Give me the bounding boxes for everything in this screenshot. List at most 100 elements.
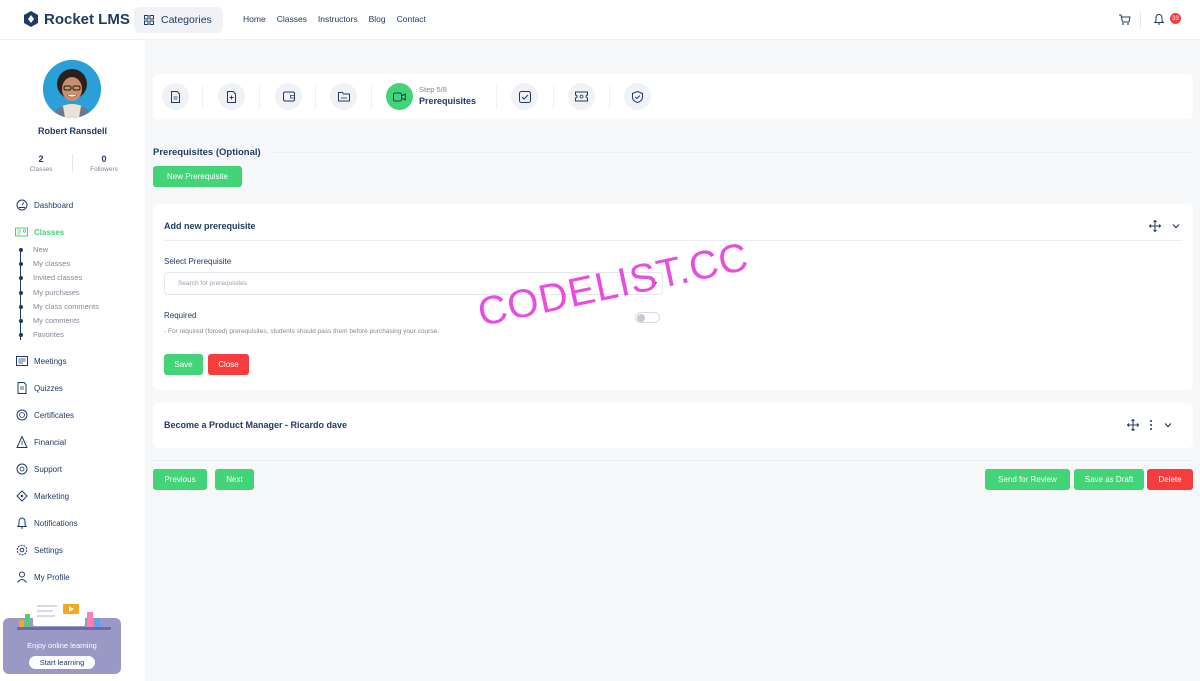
sidebar-item-settings[interactable]: Settings bbox=[15, 543, 140, 557]
more-vertical-icon[interactable] bbox=[1149, 419, 1153, 431]
submenu-item-favorites[interactable]: Favorites bbox=[18, 330, 140, 344]
step-3-pricing[interactable] bbox=[275, 83, 302, 110]
step-separator bbox=[371, 85, 372, 109]
save-button[interactable]: Save bbox=[164, 354, 203, 375]
classes-submenu: New My classes Invited classes My purcha… bbox=[18, 245, 140, 344]
notification-badge: 33 bbox=[1170, 13, 1181, 24]
user-name: Robert Ransdell bbox=[37, 126, 107, 136]
stat-classes-value: 2 bbox=[38, 154, 44, 164]
logo-text: Rocket LMS bbox=[44, 10, 130, 28]
step-5-prerequisites[interactable] bbox=[386, 83, 413, 110]
select-prerequisite-label: Select Prerequisite bbox=[164, 257, 232, 266]
move-icon[interactable] bbox=[1127, 419, 1139, 431]
sidebar-item-meetings[interactable]: Meetings bbox=[15, 354, 140, 368]
stat-classes: 2 Classes bbox=[10, 154, 72, 173]
card-controls bbox=[1149, 220, 1181, 232]
categories-button[interactable]: Categories bbox=[134, 7, 223, 33]
sidebar-item-label: Certificates bbox=[34, 410, 75, 420]
sidebar-item-label: Financial bbox=[34, 437, 67, 447]
step-separator bbox=[315, 85, 316, 109]
move-icon[interactable] bbox=[1149, 220, 1161, 232]
nav-instructors[interactable]: Instructors bbox=[318, 14, 358, 24]
sidebar-item-label: Classes bbox=[34, 227, 65, 237]
toggle-knob bbox=[637, 314, 645, 322]
nav-contact[interactable]: Contact bbox=[397, 14, 426, 24]
stat-followers-value: 0 bbox=[101, 154, 107, 164]
top-navbar: Rocket LMS Categories Home Classes Instr… bbox=[0, 0, 1200, 40]
stat-classes-label: Classes bbox=[29, 166, 53, 173]
avatar[interactable] bbox=[43, 60, 101, 118]
current-step-label: Step 5/8 Prerequisites bbox=[419, 85, 476, 106]
avatar-image bbox=[43, 60, 101, 118]
file-plus-icon bbox=[227, 90, 236, 103]
nav-home[interactable]: Home bbox=[243, 14, 266, 24]
step-8-message[interactable] bbox=[624, 83, 651, 110]
add-prerequisite-card: Add new prerequisite Select Prerequisite… bbox=[153, 204, 1193, 390]
chevron-down-icon[interactable] bbox=[1171, 221, 1181, 231]
delete-button[interactable]: Delete bbox=[1147, 469, 1193, 490]
add-prerequisite-title: Add new prerequisite bbox=[164, 221, 256, 231]
classes-icon bbox=[15, 226, 28, 239]
submenu-item-my-comments[interactable]: My comments bbox=[18, 316, 140, 330]
prerequisite-item-card[interactable]: Become a Product Manager - Ricardo dave bbox=[153, 403, 1193, 448]
sidebar-item-financial[interactable]: Financial bbox=[15, 435, 140, 449]
step-6-faq[interactable] bbox=[511, 83, 538, 110]
folder-icon bbox=[337, 92, 350, 102]
cart-icon[interactable] bbox=[1118, 13, 1131, 26]
submenu-item-my-purchases[interactable]: My purchases bbox=[18, 288, 140, 302]
new-prerequisite-button[interactable]: New Prerequisite bbox=[153, 166, 242, 187]
shield-check-icon bbox=[632, 90, 643, 103]
user-icon bbox=[15, 571, 28, 584]
ticket-icon bbox=[575, 91, 588, 102]
send-for-review-button[interactable]: Send for Review bbox=[985, 469, 1070, 490]
step-7-quiz[interactable] bbox=[568, 83, 595, 110]
sidebar-item-classes[interactable]: Classes bbox=[15, 225, 140, 239]
nav-blog[interactable]: Blog bbox=[369, 14, 386, 24]
course-steps-bar: Step 5/8 Prerequisites bbox=[153, 74, 1193, 119]
dashboard-icon bbox=[15, 199, 28, 212]
sidebar-item-support[interactable]: Support bbox=[15, 462, 140, 476]
promo-text: Enjoy online learning bbox=[27, 641, 97, 650]
sidebar-item-label: Support bbox=[34, 464, 63, 474]
notification-bell-icon bbox=[15, 517, 28, 530]
step-1-basic-info[interactable] bbox=[162, 83, 189, 110]
categories-label: Categories bbox=[161, 14, 212, 26]
step-4-content[interactable] bbox=[330, 83, 357, 110]
gear-icon bbox=[15, 544, 28, 557]
sidebar-item-dashboard[interactable]: Dashboard bbox=[15, 198, 140, 212]
section-divider bbox=[274, 152, 1193, 153]
required-hint: - For required (forced) prerequisites, s… bbox=[164, 328, 439, 335]
sidebar-item-profile[interactable]: My Profile bbox=[15, 570, 140, 584]
save-as-draft-button[interactable]: Save as Draft bbox=[1074, 469, 1144, 490]
quizzes-icon bbox=[15, 382, 28, 395]
submenu-item-new[interactable]: New bbox=[18, 245, 140, 259]
sidebar-item-certificates[interactable]: Certificates bbox=[15, 408, 140, 422]
nav-classes[interactable]: Classes bbox=[277, 14, 307, 24]
wallet-icon bbox=[282, 91, 295, 102]
chevron-down-icon[interactable] bbox=[1163, 420, 1173, 430]
bell-icon[interactable] bbox=[1153, 13, 1165, 26]
close-button[interactable]: Close bbox=[208, 354, 249, 375]
sidebar-item-label: My Profile bbox=[34, 572, 70, 582]
stat-followers: 0 Followers bbox=[72, 154, 135, 173]
step-2-extra-info[interactable] bbox=[218, 83, 245, 110]
submenu-item-my-class-comments[interactable]: My class comments bbox=[18, 302, 140, 316]
sidebar-item-label: Quizzes bbox=[34, 383, 63, 393]
sidebar-item-label: Dashboard bbox=[34, 200, 74, 210]
sidebar-item-label: Meetings bbox=[34, 356, 67, 366]
next-button[interactable]: Next bbox=[215, 469, 254, 490]
submenu-item-invited-classes[interactable]: Invited classes bbox=[18, 273, 140, 287]
submenu-item-my-classes[interactable]: My classes bbox=[18, 259, 140, 273]
marketing-icon bbox=[15, 490, 28, 503]
logo[interactable]: Rocket LMS bbox=[22, 10, 130, 28]
sidebar-item-quizzes[interactable]: Quizzes bbox=[15, 381, 140, 395]
previous-button[interactable]: Previous bbox=[153, 469, 207, 490]
sidebar-item-marketing[interactable]: Marketing bbox=[15, 489, 140, 503]
certificate-icon bbox=[15, 409, 28, 422]
required-toggle[interactable] bbox=[635, 312, 660, 323]
learning-illustration bbox=[17, 600, 111, 630]
start-learning-button[interactable]: Start learning bbox=[29, 656, 95, 669]
sidebar-item-notifications[interactable]: Notifications bbox=[15, 516, 140, 530]
footer-divider bbox=[153, 460, 1193, 461]
step-counter: Step 5/8 bbox=[419, 85, 447, 94]
